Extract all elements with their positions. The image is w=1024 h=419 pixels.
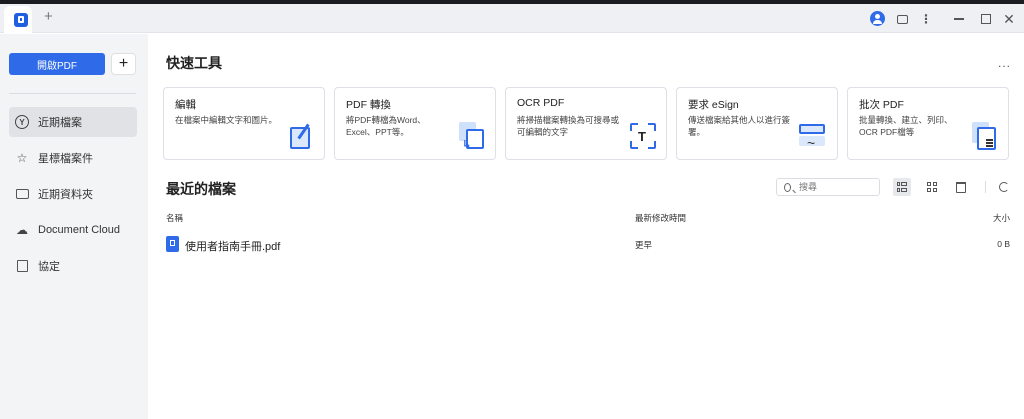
list-view-button[interactable] — [893, 178, 911, 196]
sidebar-item-recent-folders[interactable]: 近期資料夾 — [9, 179, 137, 209]
column-header-modified[interactable]: 最新修改時間 — [635, 212, 686, 224]
minimize-icon[interactable] — [950, 10, 968, 28]
card-title: 要求 eSign — [688, 99, 739, 111]
file-modified: 更早 — [635, 240, 653, 250]
search-input[interactable] — [799, 182, 879, 192]
star-icon: ☆ — [16, 151, 28, 165]
add-button[interactable]: + — [111, 53, 136, 75]
card-description: 在檔案中編輯文字和圖片。 — [175, 115, 278, 125]
sidebar-item-document-cloud[interactable]: ☁ Document Cloud — [9, 215, 137, 245]
folder-icon-wrap — [15, 187, 29, 201]
search-icon — [784, 182, 791, 192]
convert-icon: ↳ — [459, 122, 485, 151]
tool-card-pdf-convert[interactable]: PDF 轉換 將PDF轉檔為Word、Excel、PPT等。 ↳ — [334, 87, 496, 160]
list-view-icon — [897, 182, 907, 192]
batch-icon — [972, 122, 998, 150]
recent-files-title: 最近的檔案 — [166, 181, 236, 197]
card-title: 批次 PDF — [859, 99, 904, 111]
card-description: 將PDF轉檔為Word、Excel、PPT等。 — [346, 115, 426, 137]
maximize-icon[interactable] — [977, 10, 995, 28]
folder-icon — [15, 189, 29, 199]
grid-view-icon — [927, 182, 937, 192]
sidebar-item-label: Document Cloud — [38, 224, 120, 236]
refresh-button[interactable] — [995, 178, 1013, 196]
column-header-name[interactable]: 名稱 — [166, 212, 183, 224]
table-row[interactable]: 使用者指南手冊.pdf 更早 0 B — [166, 236, 1010, 254]
pdf-file-icon — [166, 236, 179, 252]
card-title: PDF 轉換 — [346, 99, 391, 111]
tool-card-batch[interactable]: 批次 PDF 批量轉換、建立、列印、OCR PDF檔等 — [847, 87, 1009, 160]
open-pdf-button[interactable]: 開啟PDF — [9, 53, 105, 75]
cloud-icon: ☁ — [16, 223, 28, 237]
more-vertical-icon[interactable]: ⋮ — [917, 10, 935, 28]
file-size: 0 B — [997, 239, 1010, 249]
title-bar: + ⋮ ✕ — [0, 4, 1024, 33]
toolbar-divider — [985, 181, 986, 193]
sidebar: 開啟PDF + Y 近期檔案 ☆ 星標檔案件 近期資料夾 ☁ Document … — [0, 34, 148, 419]
quick-tools-title: 快速工具 — [166, 55, 222, 71]
active-tab[interactable] — [4, 6, 32, 33]
sidebar-item-label: 協定 — [38, 261, 60, 273]
file-name: 使用者指南手冊.pdf — [185, 241, 281, 253]
sidebar-item-recent-files[interactable]: Y 近期檔案 — [9, 107, 137, 137]
sidebar-item-label: 近期檔案 — [38, 117, 82, 129]
tool-card-esign[interactable]: 要求 eSign 傳送檔案給其他人以進行簽署。 ~ — [676, 87, 838, 160]
search-box[interactable] — [776, 178, 880, 196]
new-tab-button[interactable]: + — [44, 8, 53, 25]
card-description: 傳送檔案給其他人以進行簽署。 — [688, 115, 791, 137]
tool-card-edit[interactable]: 編輯 在檔案中編輯文字和圖片。 — [163, 87, 325, 160]
sidebar-divider — [9, 93, 136, 94]
esign-icon: ~ — [799, 122, 827, 151]
card-title: OCR PDF — [517, 97, 565, 109]
card-description: 批量轉換、建立、列印、OCR PDF檔等 — [859, 115, 953, 137]
account-icon[interactable] — [870, 11, 885, 26]
card-description: 將掃描檔案轉換為可搜尋或可編輯的文字 — [517, 115, 620, 137]
document-icon — [16, 260, 28, 272]
column-header-size[interactable]: 大小 — [993, 212, 1010, 224]
grid-view-button[interactable] — [923, 178, 941, 196]
ocr-icon: T — [629, 121, 657, 151]
app-logo-icon — [14, 13, 28, 27]
sidebar-item-agreements[interactable]: 協定 — [9, 251, 137, 281]
edit-icon — [288, 122, 314, 150]
feedback-icon[interactable] — [893, 10, 911, 28]
document-icon-wrap — [15, 259, 29, 273]
delete-button[interactable] — [952, 178, 970, 196]
trash-icon — [956, 181, 966, 193]
tool-card-ocr[interactable]: OCR PDF 將掃描檔案轉換為可搜尋或可編輯的文字 T — [505, 87, 667, 160]
sidebar-item-label: 星標檔案件 — [38, 153, 93, 165]
sidebar-item-label: 近期資料夾 — [38, 189, 93, 201]
clock-icon: Y — [15, 115, 29, 129]
refresh-icon — [999, 182, 1009, 192]
close-icon[interactable]: ✕ — [1000, 10, 1018, 28]
card-title: 編輯 — [175, 99, 196, 111]
more-options-icon[interactable]: ... — [998, 56, 1011, 70]
sidebar-item-starred[interactable]: ☆ 星標檔案件 — [9, 143, 137, 173]
